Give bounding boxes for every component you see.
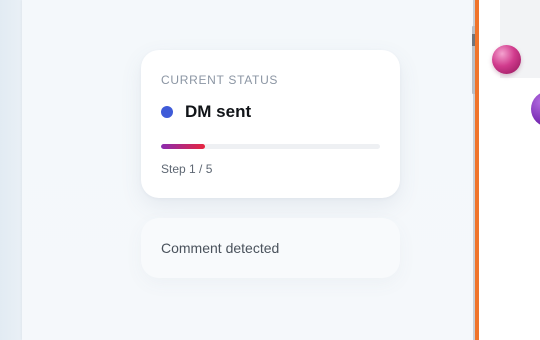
status-value: DM sent bbox=[185, 102, 252, 121]
comment-detected-card: Comment detected bbox=[141, 218, 400, 278]
current-status-card: CURRENT STATUS DM sent Step 1 / 5 bbox=[141, 50, 400, 198]
status-heading: CURRENT STATUS bbox=[161, 73, 279, 87]
comment-detected-label: Comment detected bbox=[161, 240, 280, 256]
status-dot-icon bbox=[161, 106, 173, 118]
pink-sphere-icon bbox=[492, 45, 521, 74]
progress-bar bbox=[161, 144, 380, 149]
left-background-edge bbox=[0, 0, 22, 340]
main-panel: CURRENT STATUS DM sent Step 1 / 5 Commen… bbox=[22, 0, 473, 340]
progress-bar-fill bbox=[161, 144, 205, 149]
step-counter: Step 1 / 5 bbox=[161, 162, 213, 176]
